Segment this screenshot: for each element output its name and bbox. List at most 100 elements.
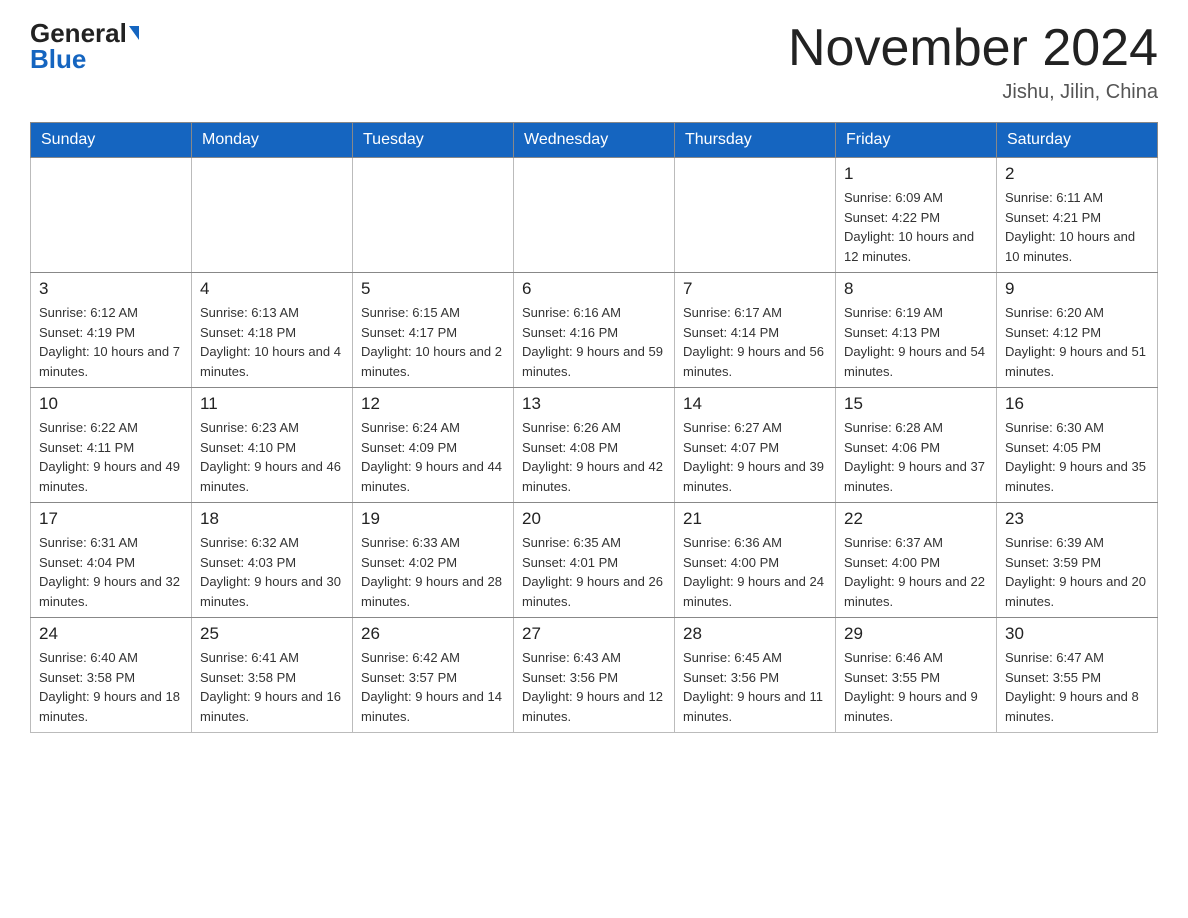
day-info: Sunrise: 6:40 AMSunset: 3:58 PMDaylight:… bbox=[39, 648, 183, 726]
day-number: 12 bbox=[361, 394, 505, 414]
calendar-cell: 2 Sunrise: 6:11 AMSunset: 4:21 PMDaylight… bbox=[997, 158, 1158, 273]
calendar-cell: 9 Sunrise: 6:20 AMSunset: 4:12 PMDaylight… bbox=[997, 273, 1158, 388]
calendar-cell: 26 Sunrise: 6:42 AMSunset: 3:57 PMDayligh… bbox=[353, 618, 514, 733]
day-info: Sunrise: 6:24 AMSunset: 4:09 PMDaylight:… bbox=[361, 418, 505, 496]
day-number: 8 bbox=[844, 279, 988, 299]
day-info: Sunrise: 6:45 AMSunset: 3:56 PMDaylight:… bbox=[683, 648, 827, 726]
day-info: Sunrise: 6:28 AMSunset: 4:06 PMDaylight:… bbox=[844, 418, 988, 496]
logo-general-text: General bbox=[30, 20, 127, 46]
calendar-cell bbox=[31, 158, 192, 273]
week-row-2: 3 Sunrise: 6:12 AMSunset: 4:19 PMDaylight… bbox=[31, 273, 1158, 388]
calendar-cell bbox=[675, 158, 836, 273]
day-info: Sunrise: 6:30 AMSunset: 4:05 PMDaylight:… bbox=[1005, 418, 1149, 496]
day-info: Sunrise: 6:46 AMSunset: 3:55 PMDaylight:… bbox=[844, 648, 988, 726]
calendar-cell: 7 Sunrise: 6:17 AMSunset: 4:14 PMDaylight… bbox=[675, 273, 836, 388]
day-number: 10 bbox=[39, 394, 183, 414]
calendar-cell: 22 Sunrise: 6:37 AMSunset: 4:00 PMDayligh… bbox=[836, 503, 997, 618]
calendar-cell: 6 Sunrise: 6:16 AMSunset: 4:16 PMDaylight… bbox=[514, 273, 675, 388]
day-number: 22 bbox=[844, 509, 988, 529]
calendar-cell: 21 Sunrise: 6:36 AMSunset: 4:00 PMDayligh… bbox=[675, 503, 836, 618]
day-info: Sunrise: 6:36 AMSunset: 4:00 PMDaylight:… bbox=[683, 533, 827, 611]
day-info: Sunrise: 6:23 AMSunset: 4:10 PMDaylight:… bbox=[200, 418, 344, 496]
day-info: Sunrise: 6:35 AMSunset: 4:01 PMDaylight:… bbox=[522, 533, 666, 611]
day-number: 20 bbox=[522, 509, 666, 529]
day-number: 23 bbox=[1005, 509, 1149, 529]
day-number: 16 bbox=[1005, 394, 1149, 414]
calendar-cell: 18Sunrise: 6:32 AMSunset: 4:03 PMDayligh… bbox=[192, 503, 353, 618]
location-title: Jishu, Jilin, China bbox=[788, 81, 1158, 104]
calendar-cell: 25 Sunrise: 6:41 AMSunset: 3:58 PMDayligh… bbox=[192, 618, 353, 733]
day-number: 18 bbox=[200, 509, 344, 529]
column-header-saturday: Saturday bbox=[997, 123, 1158, 158]
day-info: Sunrise: 6:19 AMSunset: 4:13 PMDaylight:… bbox=[844, 303, 988, 381]
day-number: 25 bbox=[200, 624, 344, 644]
day-info: Sunrise: 6:31 AMSunset: 4:04 PMDaylight:… bbox=[39, 533, 183, 611]
day-info: Sunrise: 6:47 AMSunset: 3:55 PMDaylight:… bbox=[1005, 648, 1149, 726]
day-number: 6 bbox=[522, 279, 666, 299]
logo: General Blue bbox=[30, 20, 139, 72]
calendar-cell: 27Sunrise: 6:43 AMSunset: 3:56 PMDayligh… bbox=[514, 618, 675, 733]
calendar-cell: 28 Sunrise: 6:45 AMSunset: 3:56 PMDayligh… bbox=[675, 618, 836, 733]
day-number: 26 bbox=[361, 624, 505, 644]
day-info: Sunrise: 6:26 AMSunset: 4:08 PMDaylight:… bbox=[522, 418, 666, 496]
day-number: 4 bbox=[200, 279, 344, 299]
header: General Blue November 2024 Jishu, Jilin,… bbox=[30, 20, 1158, 104]
day-info: Sunrise: 6:41 AMSunset: 3:58 PMDaylight:… bbox=[200, 648, 344, 726]
day-number: 13 bbox=[522, 394, 666, 414]
day-number: 30 bbox=[1005, 624, 1149, 644]
day-number: 29 bbox=[844, 624, 988, 644]
calendar-cell: 5Sunrise: 6:15 AMSunset: 4:17 PMDaylight… bbox=[353, 273, 514, 388]
column-header-tuesday: Tuesday bbox=[353, 123, 514, 158]
logo-blue-text: Blue bbox=[30, 46, 86, 72]
day-info: Sunrise: 6:13 AMSunset: 4:18 PMDaylight:… bbox=[200, 303, 344, 381]
calendar-cell: 19 Sunrise: 6:33 AMSunset: 4:02 PMDayligh… bbox=[353, 503, 514, 618]
calendar-cell: 16 Sunrise: 6:30 AMSunset: 4:05 PMDayligh… bbox=[997, 388, 1158, 503]
day-number: 11 bbox=[200, 394, 344, 414]
column-header-wednesday: Wednesday bbox=[514, 123, 675, 158]
day-number: 2 bbox=[1005, 164, 1149, 184]
column-header-monday: Monday bbox=[192, 123, 353, 158]
column-header-friday: Friday bbox=[836, 123, 997, 158]
day-info: Sunrise: 6:15 AMSunset: 4:17 PMDaylight:… bbox=[361, 303, 505, 381]
day-info: Sunrise: 6:09 AMSunset: 4:22 PMDaylight:… bbox=[844, 188, 988, 266]
calendar-cell: 4 Sunrise: 6:13 AMSunset: 4:18 PMDaylight… bbox=[192, 273, 353, 388]
day-info: Sunrise: 6:33 AMSunset: 4:02 PMDaylight:… bbox=[361, 533, 505, 611]
week-row-4: 17Sunrise: 6:31 AMSunset: 4:04 PMDayligh… bbox=[31, 503, 1158, 618]
day-info: Sunrise: 6:17 AMSunset: 4:14 PMDaylight:… bbox=[683, 303, 827, 381]
logo-triangle-icon bbox=[129, 26, 139, 40]
week-row-3: 10Sunrise: 6:22 AMSunset: 4:11 PMDayligh… bbox=[31, 388, 1158, 503]
day-number: 7 bbox=[683, 279, 827, 299]
calendar-cell: 10Sunrise: 6:22 AMSunset: 4:11 PMDayligh… bbox=[31, 388, 192, 503]
day-info: Sunrise: 6:27 AMSunset: 4:07 PMDaylight:… bbox=[683, 418, 827, 496]
day-number: 9 bbox=[1005, 279, 1149, 299]
day-info: Sunrise: 6:16 AMSunset: 4:16 PMDaylight:… bbox=[522, 303, 666, 381]
day-number: 21 bbox=[683, 509, 827, 529]
day-info: Sunrise: 6:12 AMSunset: 4:19 PMDaylight:… bbox=[39, 303, 183, 381]
calendar-cell: 13 Sunrise: 6:26 AMSunset: 4:08 PMDayligh… bbox=[514, 388, 675, 503]
title-area: November 2024 Jishu, Jilin, China bbox=[788, 20, 1158, 104]
day-number: 19 bbox=[361, 509, 505, 529]
column-header-sunday: Sunday bbox=[31, 123, 192, 158]
day-info: Sunrise: 6:37 AMSunset: 4:00 PMDaylight:… bbox=[844, 533, 988, 611]
day-info: Sunrise: 6:39 AMSunset: 3:59 PMDaylight:… bbox=[1005, 533, 1149, 611]
day-number: 27 bbox=[522, 624, 666, 644]
calendar-cell bbox=[192, 158, 353, 273]
calendar-cell: 1 Sunrise: 6:09 AMSunset: 4:22 PMDaylight… bbox=[836, 158, 997, 273]
column-header-thursday: Thursday bbox=[675, 123, 836, 158]
day-info: Sunrise: 6:11 AMSunset: 4:21 PMDaylight:… bbox=[1005, 188, 1149, 266]
day-info: Sunrise: 6:42 AMSunset: 3:57 PMDaylight:… bbox=[361, 648, 505, 726]
day-number: 1 bbox=[844, 164, 988, 184]
calendar-cell bbox=[353, 158, 514, 273]
calendar-cell: 15Sunrise: 6:28 AMSunset: 4:06 PMDayligh… bbox=[836, 388, 997, 503]
calendar-cell: 20 Sunrise: 6:35 AMSunset: 4:01 PMDayligh… bbox=[514, 503, 675, 618]
day-info: Sunrise: 6:20 AMSunset: 4:12 PMDaylight:… bbox=[1005, 303, 1149, 381]
calendar-cell: 23 Sunrise: 6:39 AMSunset: 3:59 PMDayligh… bbox=[997, 503, 1158, 618]
day-number: 28 bbox=[683, 624, 827, 644]
calendar-cell: 3 Sunrise: 6:12 AMSunset: 4:19 PMDaylight… bbox=[31, 273, 192, 388]
header-row: SundayMondayTuesdayWednesdayThursdayFrid… bbox=[31, 123, 1158, 158]
day-number: 3 bbox=[39, 279, 183, 299]
calendar-cell: 11 Sunrise: 6:23 AMSunset: 4:10 PMDayligh… bbox=[192, 388, 353, 503]
calendar-cell: 30 Sunrise: 6:47 AMSunset: 3:55 PMDayligh… bbox=[997, 618, 1158, 733]
month-title: November 2024 bbox=[788, 20, 1158, 77]
week-row-5: 24Sunrise: 6:40 AMSunset: 3:58 PMDayligh… bbox=[31, 618, 1158, 733]
